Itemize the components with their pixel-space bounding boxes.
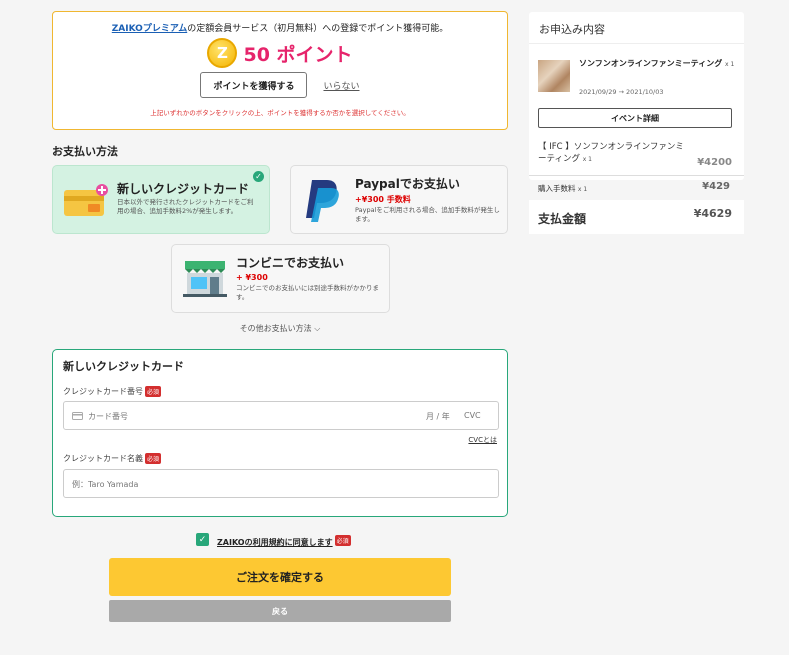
card-name-placeholder: 例：Taro Yamada (72, 480, 139, 489)
cvc-placeholder[interactable]: CVC (464, 411, 481, 420)
order-summary-panel: お申込み内容 ソンフンオンラインファンミーティング x 1 2021/09/29… (529, 12, 744, 180)
total-row: 支払金額 ¥4629 (529, 200, 744, 234)
card-name-field[interactable]: 例：Taro Yamada (63, 469, 499, 498)
points-note: 上記いずれかのボタンをクリックの上、ポイントを獲得するか否かを選択してください。 (150, 109, 410, 117)
terms-link[interactable]: ZAIKOの利用規約に同意します (217, 538, 333, 547)
premium-link[interactable]: ZAIKOプレミアム (112, 24, 187, 34)
card-name-label: クレジットカード名義 必須 (63, 453, 162, 464)
paypal-title: Paypalでお支払い (355, 177, 460, 191)
event-dates: 2021/09/29 → 2021/10/03 (579, 88, 664, 96)
required-badge: 必須 (334, 535, 351, 546)
purchase-fee-row: 購入手数料 x 1 ¥429 (529, 175, 744, 199)
back-button[interactable]: 戻る (109, 600, 451, 622)
card-icon (72, 412, 83, 420)
convenience-desc: コンビニでのお支払いには別途手数料がかかります。 (236, 284, 379, 302)
terms-label: ZAIKOの利用規約に同意します 必須 (217, 530, 351, 549)
points-actions: ポイントを獲得する いらない (53, 72, 507, 98)
convenience-fee: + ¥300 (236, 273, 268, 282)
earn-points-button[interactable]: ポイントを獲得する (200, 72, 308, 98)
paypal-fee: +¥300 手数料 (355, 195, 411, 204)
terms-row: ✓ ZAIKOの利用規約に同意します 必須 (196, 530, 351, 549)
card-number-placeholder: カード番号 (88, 412, 128, 421)
event-thumbnail (538, 60, 570, 92)
convenience-store-icon (181, 257, 229, 303)
cvc-help-link[interactable]: CVCとは (468, 435, 497, 445)
card-number-field[interactable]: カード番号 月 / 年 CVC (63, 401, 499, 430)
payment-method-credit-card[interactable]: 新しいクレジットカード 日本以外で発行されたクレジットカードをご利用の場合、追加… (52, 165, 270, 234)
credit-card-form: 新しいクレジットカード クレジットカード番号 必須 カード番号 月 / 年 CVC… (52, 349, 508, 517)
zaiko-coin-icon: Z (207, 38, 238, 68)
other-payment-methods-toggle[interactable]: その他お支払い方法 ⌵ (0, 323, 560, 334)
paypal-desc: Paypalをご利用される場合、追加手数料が発生します。 (355, 206, 500, 224)
points-intro: ZAIKOプレミアムの定額会員サービス（初月無料）への登録でポイント獲得可能。 (111, 24, 449, 34)
total-price: ¥4629 (693, 207, 732, 220)
paypal-icon (303, 176, 343, 228)
total-label: 支払金額 (538, 212, 587, 226)
ticket-item-price: ¥4200 (697, 157, 732, 168)
credit-card-title: 新しいクレジットカード (117, 182, 250, 196)
selected-check-icon: ✓ (253, 171, 264, 182)
required-badge: 必須 (145, 386, 162, 397)
decline-points-link[interactable]: いらない (323, 79, 359, 92)
required-badge: 必須 (145, 453, 162, 464)
payment-method-paypal[interactable]: Paypalでお支払い +¥300 手数料 Paypalをご利用される場合、追加… (290, 165, 508, 234)
expiry-placeholder[interactable]: 月 / 年 (426, 411, 450, 422)
credit-card-icon (62, 182, 110, 224)
order-summary-header: お申込み内容 (529, 12, 744, 44)
points-promo-box: ZAIKOプレミアムの定額会員サービス（初月無料）への登録でポイント獲得可能。 … (52, 11, 508, 130)
terms-checkbox[interactable]: ✓ (196, 533, 209, 546)
payment-method-convenience-store[interactable]: コンビニでお支払い + ¥300 コンビニでのお支払いには別途手数料がかかります… (171, 244, 390, 313)
event-name: ソンフンオンラインファンミーティング x 1 (579, 59, 735, 68)
credit-card-form-title: 新しいクレジットカード (63, 360, 184, 373)
event-detail-button[interactable]: イベント詳細 (538, 108, 732, 128)
ticket-item-name: 【 IFC 】ソンフンオンラインファンミーティング x 1 (538, 142, 684, 164)
payment-section-title: お支払い方法 (52, 145, 118, 158)
credit-card-desc: 日本以外で発行されたクレジットカードをご利用の場合、追加手数料2%が発生します。 (117, 198, 254, 216)
purchase-fee-price: ¥429 (702, 181, 730, 192)
convenience-title: コンビニでお支払い (236, 256, 345, 270)
points-row: Z 50 ポイント (53, 38, 507, 68)
confirm-order-button[interactable]: ご注文を確定する (109, 558, 451, 596)
purchase-fee-label: 購入手数料 x 1 (538, 184, 588, 193)
card-number-label: クレジットカード番号 必須 (63, 386, 162, 397)
points-value: 50 ポイント (243, 43, 353, 66)
